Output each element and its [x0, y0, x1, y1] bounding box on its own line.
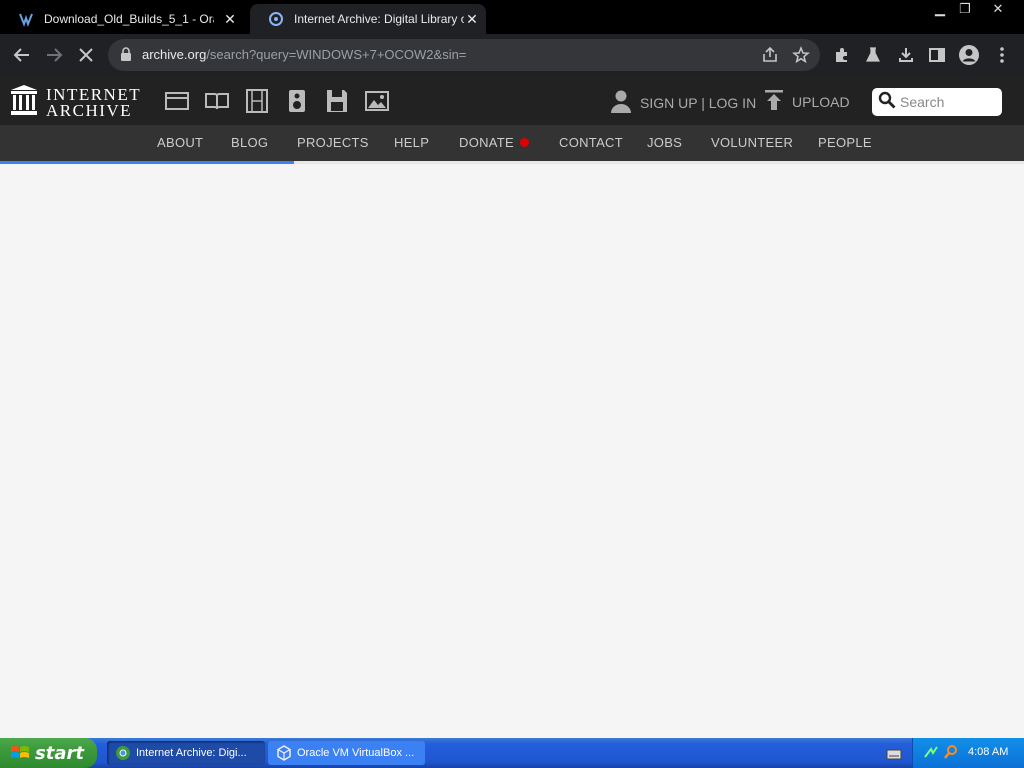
- browser-toolbar: archive.org/search?query=WINDOWS+7+OCOW2…: [0, 34, 1024, 76]
- images-icon[interactable]: [364, 89, 390, 113]
- start-button[interactable]: start: [0, 738, 97, 768]
- nav-donate-label: DONATE: [459, 135, 515, 150]
- virtualbox-icon: [18, 11, 34, 27]
- nav-help[interactable]: HELP: [394, 135, 429, 150]
- tab-title: Download_Old_Builds_5_1 - Oracle: [44, 12, 214, 26]
- ia-logo[interactable]: INTERNET ARCHIVE: [10, 84, 141, 121]
- close-icon[interactable]: ✕: [464, 11, 480, 27]
- extensions-icon[interactable]: [829, 42, 855, 68]
- url-host: archive.org: [142, 47, 207, 62]
- profile-avatar-icon[interactable]: [956, 42, 982, 68]
- site-search-box[interactable]: [872, 88, 1002, 116]
- web-icon[interactable]: [164, 89, 190, 113]
- nav-blog[interactable]: BLOG: [231, 135, 268, 150]
- forward-icon[interactable]: [41, 42, 67, 68]
- back-icon[interactable]: [9, 42, 35, 68]
- logo-line2: ARCHIVE: [46, 100, 133, 120]
- tab-title: Internet Archive: Digital Library of Fr: [294, 12, 464, 26]
- minimize-icon[interactable]: ▁: [928, 0, 952, 18]
- internet-archive-icon: [268, 11, 284, 27]
- tab-virtualbox[interactable]: Download_Old_Builds_5_1 - Oracle ✕: [0, 4, 244, 34]
- archive-building-icon: [10, 84, 38, 121]
- keyboard-icon[interactable]: [886, 747, 902, 765]
- stop-loading-icon[interactable]: [73, 42, 99, 68]
- search-icon[interactable]: [878, 91, 896, 114]
- page-content-area: [0, 164, 1024, 738]
- nav-projects[interactable]: PROJECTS: [297, 135, 369, 150]
- software-icon[interactable]: [324, 89, 350, 113]
- texts-icon[interactable]: [204, 89, 230, 113]
- url-path: /search?query=WINDOWS+7+OCOW2&sin=: [206, 47, 467, 62]
- nav-people[interactable]: PEOPLE: [818, 135, 872, 150]
- network-icon[interactable]: [923, 745, 939, 766]
- video-icon[interactable]: [244, 89, 270, 113]
- restore-icon[interactable]: ❐: [953, 0, 977, 18]
- taskbar-window-title: Internet Archive: Digi...: [136, 747, 247, 759]
- side-panel-icon[interactable]: [924, 42, 950, 68]
- sign-up-login-label: SIGN UP | LOG IN: [640, 94, 757, 111]
- kebab-menu-icon[interactable]: [989, 42, 1015, 68]
- tab-internet-archive[interactable]: Internet Archive: Digital Library of Fr …: [250, 4, 486, 34]
- system-tray: 4:08 AM: [912, 738, 1024, 768]
- site-nav: ABOUT BLOG PROJECTS HELP DONATE CONTACT …: [0, 125, 1024, 161]
- search-input[interactable]: [900, 94, 996, 110]
- site-header: INTERNET ARCHIVE SIGN UP | LOG IN UPLOAD: [0, 76, 1024, 125]
- sign-up-login-link[interactable]: SIGN UP | LOG IN: [610, 89, 756, 116]
- chrome-icon: [115, 745, 131, 761]
- nav-volunteer[interactable]: VOLUNTEER: [711, 135, 793, 150]
- labs-flask-icon[interactable]: [860, 42, 886, 68]
- browser-tab-strip: Download_Old_Builds_5_1 - Oracle ✕ Inter…: [0, 0, 1024, 34]
- taskbar-window-virtualbox[interactable]: Oracle VM VirtualBox ...: [268, 741, 425, 765]
- nav-contact[interactable]: CONTACT: [559, 135, 623, 150]
- media-type-icons: [164, 89, 390, 113]
- taskbar-window-title: Oracle VM VirtualBox ...: [297, 747, 415, 759]
- lock-icon[interactable]: [120, 47, 132, 66]
- url-text: archive.org/search?query=WINDOWS+7+OCOW2…: [142, 47, 466, 62]
- bookmark-star-icon[interactable]: [792, 45, 810, 64]
- nav-donate[interactable]: DONATE: [459, 135, 530, 150]
- nav-about[interactable]: ABOUT: [157, 135, 203, 150]
- clock: 4:08 AM: [968, 746, 1009, 758]
- nav-jobs[interactable]: JOBS: [647, 135, 682, 150]
- user-icon: [610, 89, 632, 116]
- audio-icon[interactable]: [284, 89, 310, 113]
- search-tray-icon[interactable]: [943, 744, 959, 765]
- upload-label: UPLOAD: [792, 93, 850, 110]
- download-icon[interactable]: [893, 42, 919, 68]
- close-icon[interactable]: ✕: [222, 11, 238, 27]
- donate-heart-dot: [520, 138, 530, 147]
- window-close-icon[interactable]: ✕: [984, 0, 1012, 18]
- share-icon[interactable]: [761, 46, 779, 64]
- windows-flag-icon: [10, 744, 30, 762]
- taskbar-window-internet-archive[interactable]: Internet Archive: Digi...: [107, 741, 265, 765]
- logo-text: INTERNET ARCHIVE: [46, 86, 141, 120]
- virtualbox-icon: [276, 745, 292, 761]
- upload-icon: [764, 89, 784, 114]
- start-label: start: [35, 742, 84, 764]
- upload-link[interactable]: UPLOAD: [764, 89, 850, 114]
- address-bar[interactable]: archive.org/search?query=WINDOWS+7+OCOW2…: [108, 39, 820, 71]
- taskbar: start Internet Archive: Digi... Oracle V…: [0, 738, 1024, 768]
